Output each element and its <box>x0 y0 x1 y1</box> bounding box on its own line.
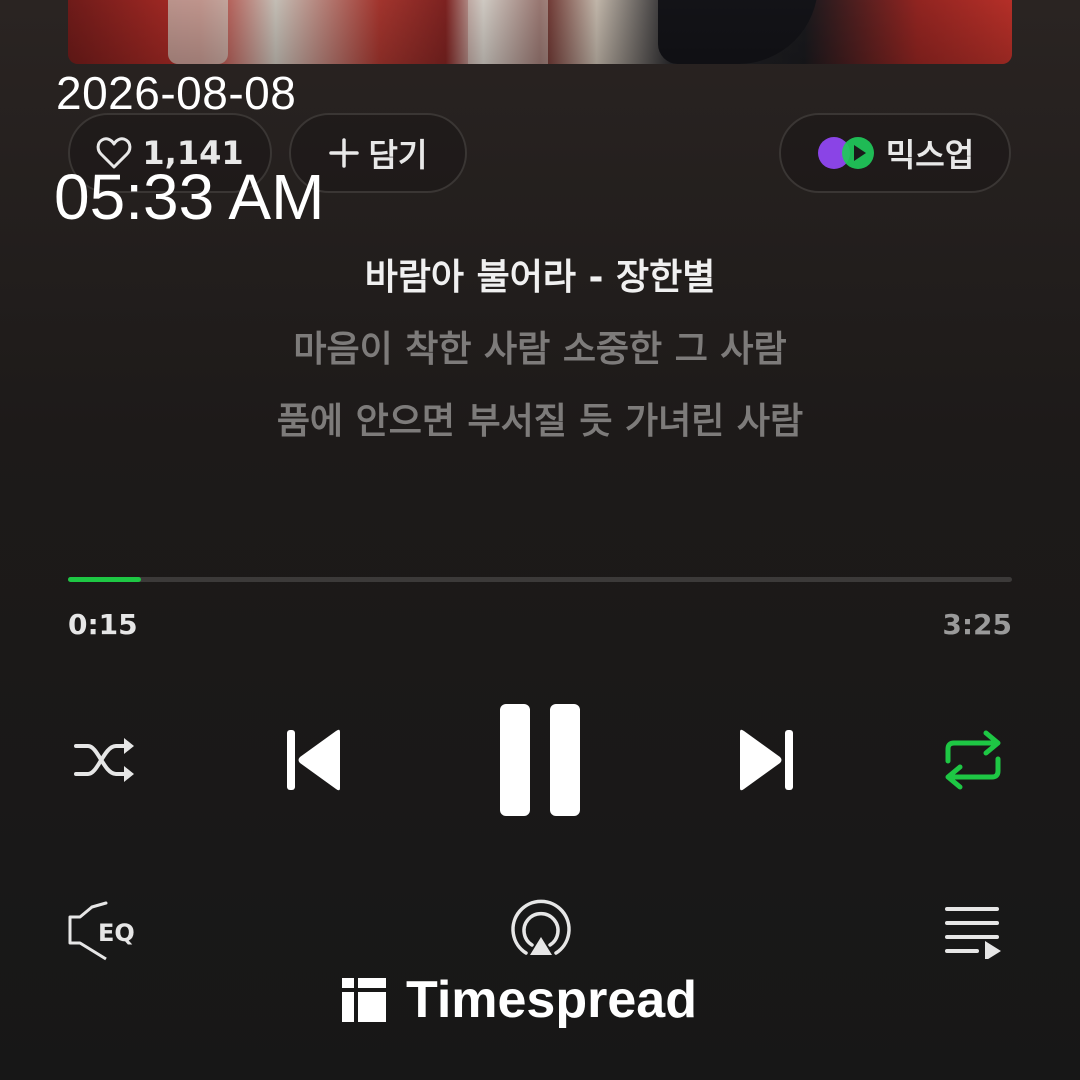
add-label: 담기 <box>368 136 428 174</box>
svg-text:EQ: EQ <box>98 919 135 947</box>
song-title: 바람아 불어라 - 장한별 <box>364 257 716 298</box>
playlist-icon <box>945 907 1001 959</box>
shuffle-button[interactable] <box>70 730 140 790</box>
skip-previous-icon <box>287 729 340 791</box>
album-art[interactable] <box>68 0 1012 64</box>
total-time: 3:25 <box>942 608 1012 641</box>
current-time: 0:15 <box>68 608 138 641</box>
timestamp-time: 05:33 AM <box>54 161 325 233</box>
timestamp-date: 2026-08-08 <box>56 67 297 119</box>
timespread-watermark: Timespread <box>340 970 697 1030</box>
airplay-button[interactable] <box>506 898 576 964</box>
playlist-button[interactable] <box>942 902 1004 960</box>
equalizer-button[interactable]: EQ <box>66 898 152 964</box>
airplay-icon <box>511 899 571 955</box>
lyric-line[interactable]: 품에 안으면 부서질 듯 가녀린 사람 <box>0 392 1080 444</box>
progress-bar[interactable] <box>68 577 1012 582</box>
progress-fill <box>68 577 141 582</box>
next-button[interactable] <box>734 726 798 794</box>
repeat-button[interactable] <box>938 728 1008 792</box>
mixup-button[interactable]: 믹스업 <box>779 113 1011 193</box>
mixup-logo-icon <box>816 135 878 171</box>
pause-button[interactable] <box>494 700 586 820</box>
album-art-shade <box>68 0 1012 64</box>
shuffle-icon <box>74 738 134 782</box>
timespread-logo-icon <box>340 976 388 1024</box>
equalizer-icon: EQ <box>68 901 135 961</box>
watermark-brand: Timespread <box>406 971 697 1029</box>
plus-icon <box>328 138 359 168</box>
skip-next-icon <box>740 729 793 791</box>
previous-button[interactable] <box>282 726 346 794</box>
lyric-line[interactable]: 마음이 착한 사람 소중한 그 사람 <box>0 320 1080 372</box>
pause-icon <box>500 704 580 816</box>
repeat-icon <box>945 730 1001 790</box>
music-player-screen: 2026-08-08 05:33 AM 1,141 담기 믹스업 바람아 불어라… <box>0 0 1080 1080</box>
mixup-label: 믹스업 <box>885 136 975 174</box>
